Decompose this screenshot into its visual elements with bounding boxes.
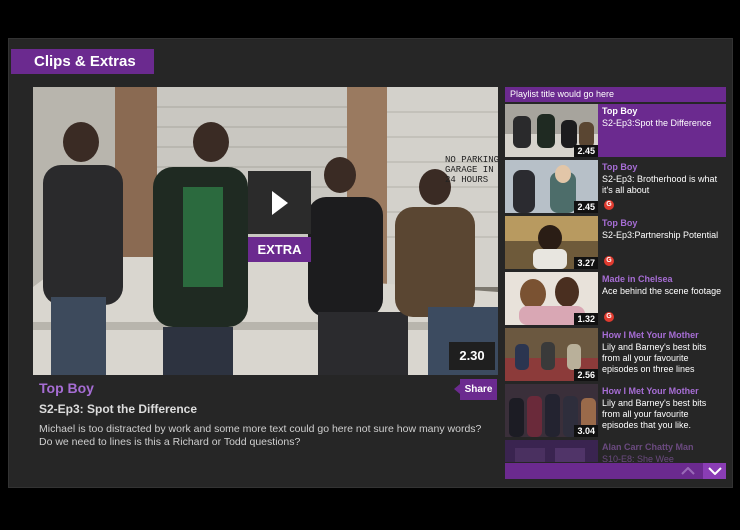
playlist-item[interactable]: 2.45 Top Boy S2-Ep3: Brotherhood is what… [505, 160, 726, 213]
playlist-item[interactable]: 2.56 How I Met Your Mother Lily and Barn… [505, 328, 726, 381]
thumbnail-image [505, 440, 598, 462]
clip-thumbnail: 1.32 [505, 272, 598, 325]
clip-title: Ace behind the scene footage [602, 286, 722, 296]
chevron-down-icon [707, 467, 722, 475]
share-button[interactable]: Share [454, 379, 497, 400]
clip-thumbnail: 2.56 [505, 328, 598, 381]
clip-title: Lily and Barney's best bits from all you… [602, 398, 707, 430]
play-icon [271, 190, 288, 215]
playlist-item[interactable]: 3.27 Top Boy S2-Ep3:Partnership Potentia… [505, 216, 726, 269]
clip-show: Made in Chelsea [602, 274, 673, 284]
scroll-down-button[interactable] [703, 463, 726, 479]
clip-duration: 2.45 [574, 145, 598, 157]
clip-thumbnail: 2.45 [505, 160, 598, 213]
playlist-item[interactable]: 1.32 Made in Chelsea Ace behind the scen… [505, 272, 726, 325]
clip-thumbnail: 2.45 [505, 104, 598, 157]
show-title: Top Boy [39, 380, 94, 396]
clip-thumbnail [505, 440, 598, 462]
guidance-icon: G [604, 256, 614, 266]
guidance-icon: G [604, 200, 614, 210]
clip-show: Top Boy [602, 162, 638, 172]
clip-show: Top Boy [602, 106, 638, 116]
extra-badge: EXTRA [248, 237, 311, 262]
clip-duration: 2.56 [574, 369, 598, 381]
section-title: Clips & Extras [11, 49, 154, 74]
clip-show: How I Met Your Mother [602, 386, 699, 396]
scroll-up-button[interactable] [677, 463, 699, 479]
clip-title: S2-Ep3:Partnership Potential [602, 230, 719, 240]
chevron-up-icon [681, 467, 695, 475]
clip-title: Lily and Barney's best bits from all you… [602, 342, 707, 374]
clip-duration: 2.45 [574, 201, 598, 213]
clip-duration: 1.32 [574, 313, 598, 325]
episode-description: Michael is too distracted by work and so… [39, 423, 482, 448]
playlist-title: Playlist title would go here [505, 87, 726, 102]
guidance-icon: G [604, 312, 614, 322]
playlist-item[interactable]: 2.45 Top Boy S2-Ep3:Spot the Difference [505, 104, 726, 157]
clip-show: Alan Carr Chatty Man [602, 442, 694, 452]
clip-thumbnail: 3.27 [505, 216, 598, 269]
play-button[interactable] [248, 171, 311, 234]
clip-title: S2-Ep3: Brotherhood is what it's all abo… [602, 174, 718, 195]
clip-title: S2-Ep3:Spot the Difference [602, 118, 712, 128]
clip-show: Top Boy [602, 218, 638, 228]
playlist-item[interactable]: 3.04 How I Met Your Mother Lily and Barn… [505, 384, 726, 437]
clip-thumbnail: 3.04 [505, 384, 598, 437]
episode-title: S2-Ep3: Spot the Difference [39, 402, 198, 416]
playlist-item[interactable]: Alan Carr Chatty Man S10-E8: She Wee [505, 440, 726, 462]
clip-title: S10-E8: She Wee [602, 454, 674, 462]
clip-show: How I Met Your Mother [602, 330, 699, 340]
clip-duration: 3.04 [574, 425, 598, 437]
playlist[interactable]: 2.45 Top Boy S2-Ep3:Spot the Difference … [505, 104, 726, 462]
clip-duration: 3.27 [574, 257, 598, 269]
no-parking-sign: NO PARKING GARAGE IN USE 24 HOURS [445, 155, 498, 185]
video-duration: 2.30 [449, 342, 495, 370]
